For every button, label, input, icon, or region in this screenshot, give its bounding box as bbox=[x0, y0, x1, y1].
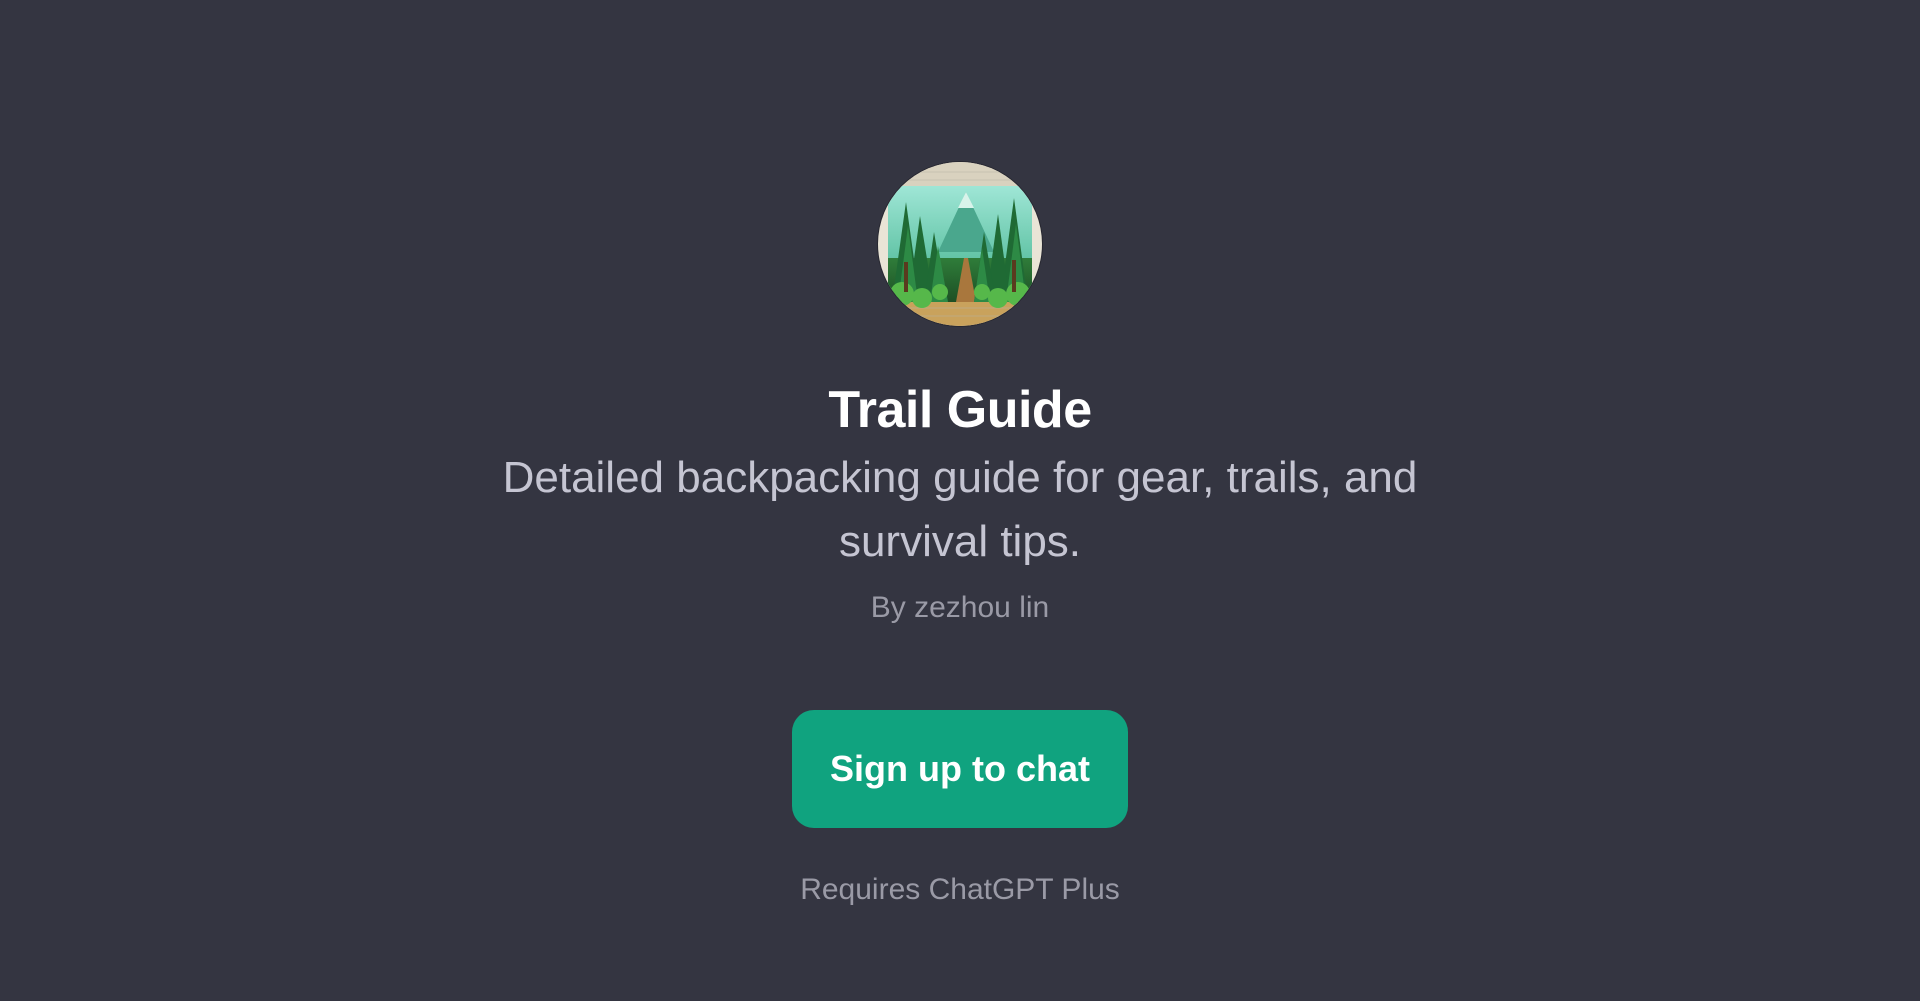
sign-up-to-chat-button[interactable]: Sign up to chat bbox=[792, 710, 1128, 828]
gpt-description: Detailed backpacking guide for gear, tra… bbox=[502, 453, 1418, 566]
forest-trail-image bbox=[878, 162, 1042, 326]
requires-plus-note: Requires ChatGPT Plus bbox=[800, 873, 1120, 906]
gpt-avatar bbox=[878, 162, 1042, 326]
gpt-title: Trail Guide bbox=[828, 381, 1092, 439]
gpt-author: By zezhou lin bbox=[870, 591, 1050, 624]
gpt-landing: Trail Guide Detailed backpacking guide f… bbox=[0, 0, 1920, 1001]
